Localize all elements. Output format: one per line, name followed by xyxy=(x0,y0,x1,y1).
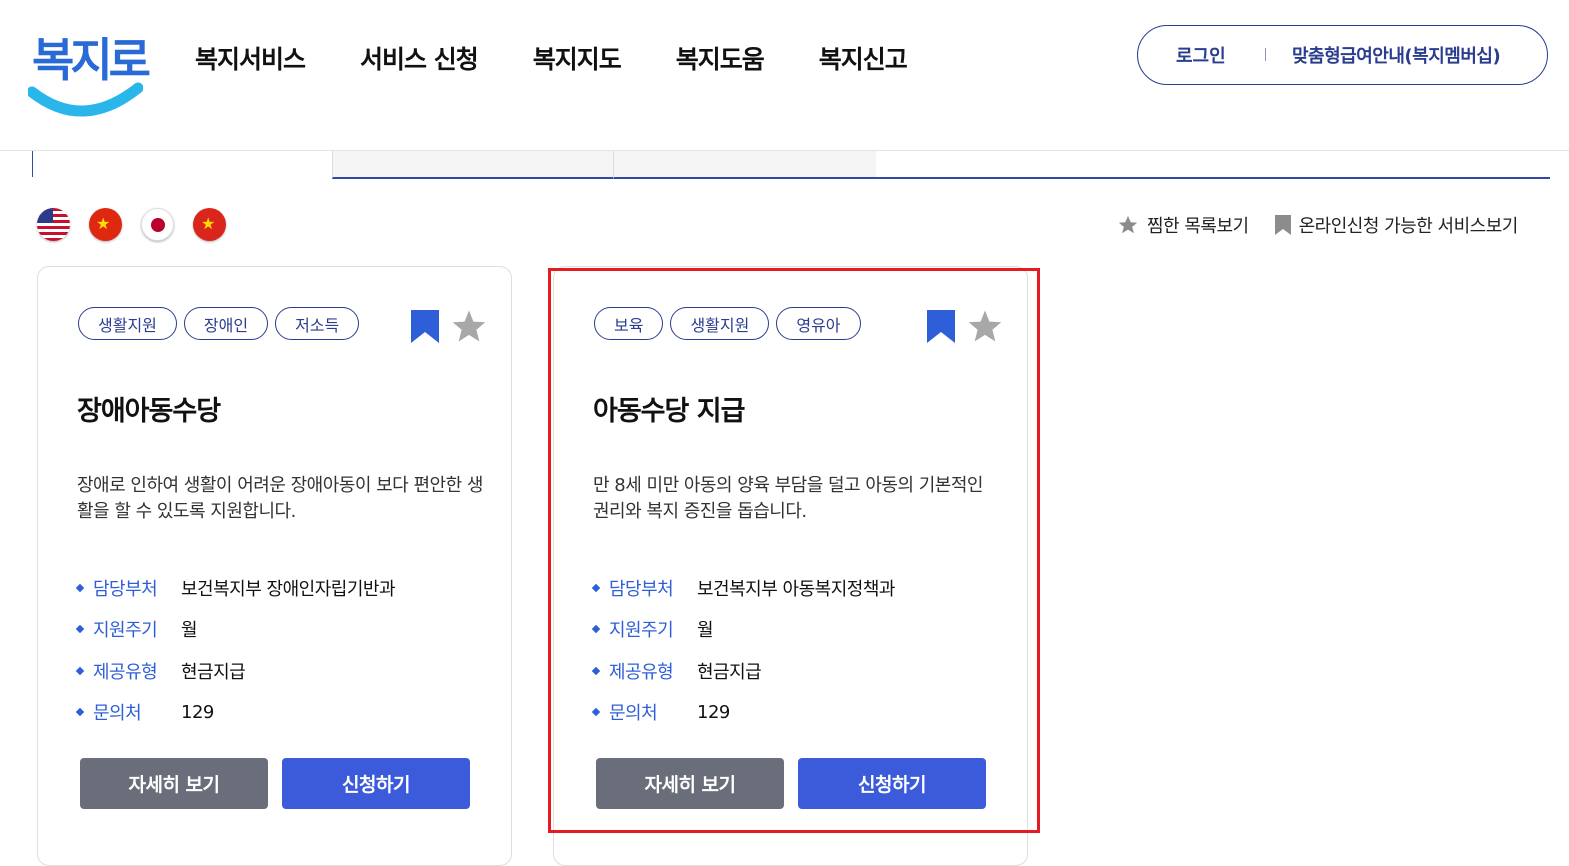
list-filters: 찜한 목록보기 온라인신청 가능한 서비스보기 xyxy=(1117,212,1518,238)
card-info: 담당부처 보건복지부 아동복지정책과 지원주기 월 제공유형 현금지급 문의처 129 xyxy=(591,567,895,734)
info-label: 지원주기 xyxy=(609,620,674,642)
card-title: 아동수당 지급 xyxy=(593,396,745,427)
apply-button[interactable]: 신청하기 xyxy=(798,758,986,809)
info-row-dept: 담당부처 보건복지부 장애인자립기반과 xyxy=(75,567,396,609)
logo-smile-icon xyxy=(28,82,143,117)
service-card: 생활지원 장애인 저소득 장애아동수당 장애로 인하여 생활이 어려운 장애아동… xyxy=(37,266,512,866)
china-flag-icon[interactable]: ★ xyxy=(89,208,122,241)
favorites-filter[interactable]: 찜한 목록보기 xyxy=(1117,212,1249,238)
info-label: 담당부처 xyxy=(609,578,674,600)
auth-divider xyxy=(1265,48,1266,61)
card-description: 장애로 인하여 생활이 어려운 장애아동이 보다 편안한 생활을 할 수 있도록… xyxy=(77,475,483,522)
main-nav: 복지서비스 서비스 신청 복지지도 복지도움 복지신고 xyxy=(195,40,962,76)
bookmark-icon[interactable] xyxy=(927,309,955,343)
info-value: 현금지급 xyxy=(181,661,246,683)
card-icons xyxy=(411,309,487,343)
tag[interactable]: 장애인 xyxy=(183,307,269,340)
card-icons xyxy=(927,309,1003,343)
tab-1[interactable] xyxy=(32,151,333,177)
tab-strip-rest xyxy=(876,151,1550,179)
card-title: 장애아동수당 xyxy=(77,396,221,427)
info-value: 129 xyxy=(181,701,214,723)
nav-welfare-service[interactable]: 복지서비스 xyxy=(195,40,306,76)
info-value: 현금지급 xyxy=(697,661,762,683)
info-value: 월 xyxy=(697,620,714,642)
tag[interactable]: 생활지원 xyxy=(670,307,770,340)
tab-2[interactable] xyxy=(332,151,614,179)
view-detail-button[interactable]: 자세히 보기 xyxy=(80,758,268,809)
site-header: 복지로 복지서비스 서비스 신청 복지지도 복지도움 복지신고 로그인 맞춤형급… xyxy=(0,0,1569,151)
info-row-type: 제공유형 현금지급 xyxy=(591,650,895,692)
info-value: 129 xyxy=(697,701,730,723)
info-row-dept: 담당부처 보건복지부 아동복지정책과 xyxy=(591,567,895,609)
tab-3[interactable] xyxy=(613,151,877,179)
membership-link[interactable]: 맞춤형급여안내(복지멤버십) xyxy=(1292,42,1501,68)
bokjiro-logo[interactable]: 복지로 xyxy=(28,24,151,134)
info-label: 지원주기 xyxy=(93,620,158,642)
auth-box: 로그인 맞춤형급여안내(복지멤버십) xyxy=(1137,25,1548,85)
star-icon[interactable] xyxy=(967,309,1003,343)
us-flag-icon[interactable] xyxy=(37,208,70,241)
card-info: 담당부처 보건복지부 장애인자립기반과 지원주기 월 제공유형 현금지급 문의처 129 xyxy=(75,567,396,734)
info-row-contact: 문의처 129 xyxy=(591,692,895,734)
info-row-contact: 문의처 129 xyxy=(75,692,395,734)
info-row-cycle: 지원주기 월 xyxy=(591,609,895,651)
login-link[interactable]: 로그인 xyxy=(1176,42,1226,68)
info-value: 보건복지부 장애인자립기반과 xyxy=(181,578,396,600)
info-row-cycle: 지원주기 월 xyxy=(75,609,395,651)
card-tags: 생활지원 장애인 저소득 xyxy=(78,307,360,340)
tag[interactable]: 영유아 xyxy=(776,307,861,340)
info-label: 문의처 xyxy=(93,703,142,725)
nav-service-apply[interactable]: 서비스 신청 xyxy=(360,40,479,76)
info-label: 제공유형 xyxy=(609,661,674,683)
nav-welfare-help[interactable]: 복지도움 xyxy=(676,40,765,76)
info-label: 제공유형 xyxy=(93,661,158,683)
apply-button[interactable]: 신청하기 xyxy=(282,758,470,809)
tag[interactable]: 보육 xyxy=(594,307,664,340)
vietnam-flag-icon[interactable]: ★ xyxy=(193,208,226,241)
tab-strip xyxy=(32,151,1550,179)
info-label: 문의처 xyxy=(609,703,658,725)
info-row-type: 제공유형 현금지급 xyxy=(75,650,395,692)
tag[interactable]: 생활지원 xyxy=(78,307,177,340)
info-label: 담당부처 xyxy=(93,578,158,600)
nav-welfare-report[interactable]: 복지신고 xyxy=(819,40,908,76)
bookmark-icon xyxy=(1274,215,1291,235)
service-card: 보육 생활지원 영유아 아동수당 지급 만 8세 미만 아동의 양육 부담을 덜… xyxy=(553,266,1028,866)
star-icon xyxy=(1118,215,1138,234)
language-flags: ★ ★ xyxy=(37,208,226,241)
tag[interactable]: 저소득 xyxy=(275,307,360,340)
card-description: 만 8세 미만 아동의 양육 부담을 덜고 아동의 기본적인 권리와 복지 증진… xyxy=(593,475,983,522)
bookmark-icon[interactable] xyxy=(411,309,439,343)
star-icon[interactable] xyxy=(451,309,487,343)
online-apply-filter-label: 온라인신청 가능한 서비스보기 xyxy=(1298,216,1519,237)
view-detail-button[interactable]: 자세히 보기 xyxy=(596,758,784,809)
favorites-filter-label: 찜한 목록보기 xyxy=(1147,216,1249,237)
info-value: 월 xyxy=(181,620,198,642)
info-value: 보건복지부 아동복지정책과 xyxy=(697,578,895,600)
japan-flag-icon[interactable] xyxy=(141,208,174,241)
card-tags: 보육 생활지원 영유아 xyxy=(594,307,861,340)
nav-welfare-map[interactable]: 복지지도 xyxy=(533,40,622,76)
online-apply-filter[interactable]: 온라인신청 가능한 서비스보기 xyxy=(1274,212,1519,238)
